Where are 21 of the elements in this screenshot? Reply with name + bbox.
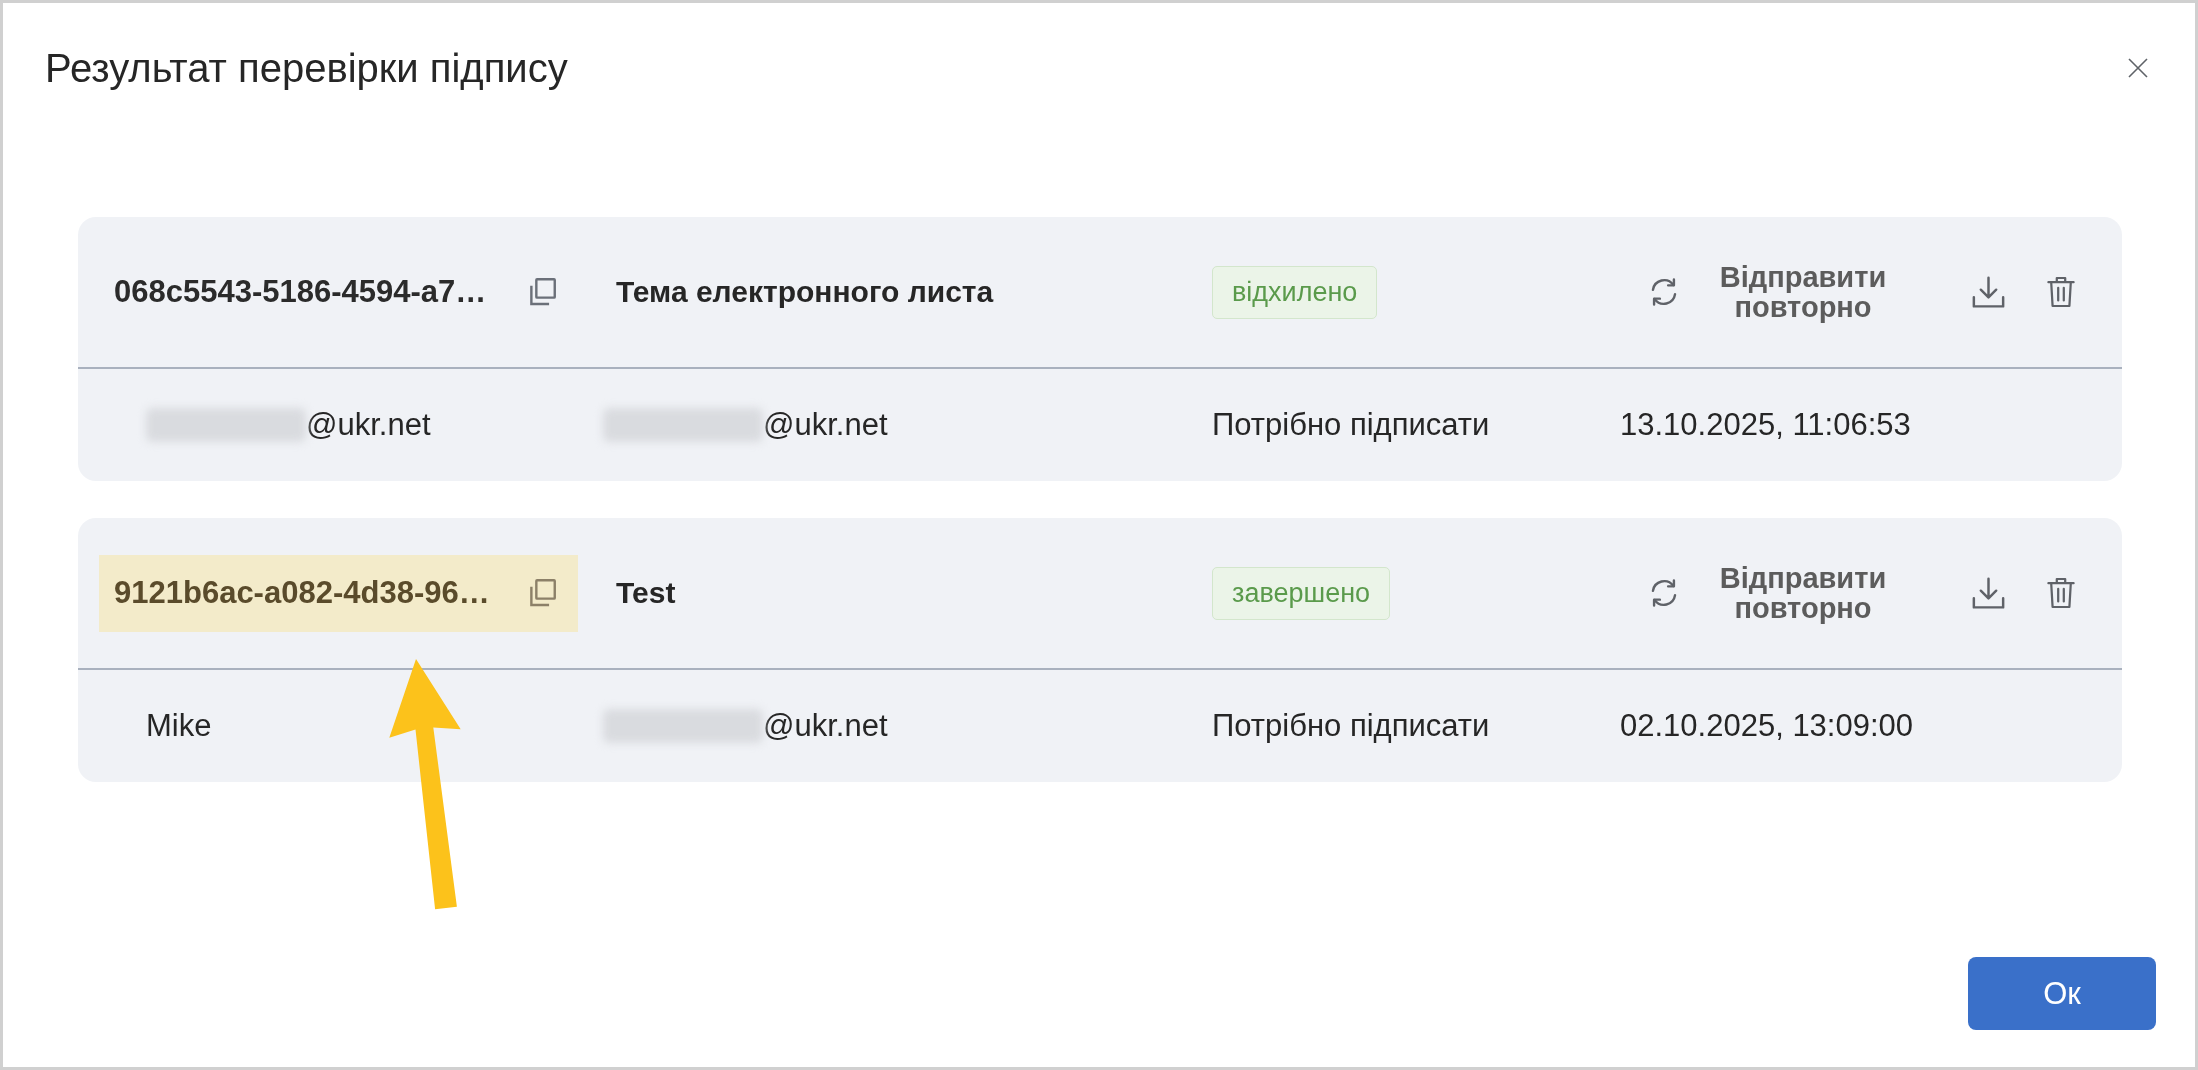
contact-text: @ukr.net xyxy=(763,708,888,744)
contact-text: @ukr.net xyxy=(306,407,431,443)
document-subject: Test xyxy=(616,576,676,609)
resend-button[interactable]: Відправити повторно xyxy=(1647,262,1893,322)
document-id: 068c5543-5186-4594-a7… xyxy=(114,274,487,310)
close-icon[interactable] xyxy=(2128,58,2148,78)
trash-icon[interactable] xyxy=(2047,275,2075,309)
signing-status: Потрібно підписати xyxy=(1212,708,1490,744)
ok-button[interactable]: Ок xyxy=(1968,957,2156,1030)
resend-button[interactable]: Відправити повторно xyxy=(1647,563,1893,623)
status-badge: відхилено xyxy=(1212,265,1378,319)
document-id: 9121b6ac-a082-4d38-96… xyxy=(114,575,490,611)
date-time: 13.10.2025, 11:06:53 xyxy=(1620,407,1911,443)
signing-status: Потрібно підписати xyxy=(1212,407,1490,443)
contact-text: @ukr.net xyxy=(763,407,888,443)
date-time: 02.10.2025, 13:09:00 xyxy=(1620,708,1914,744)
document-subject: Тема електронного листа xyxy=(616,275,994,308)
dialog-title: Результат перевірки підпису xyxy=(45,45,568,91)
status-badge: завершено xyxy=(1212,566,1391,620)
trash-icon[interactable] xyxy=(2047,576,2075,610)
contact-text: Mike xyxy=(146,708,212,744)
